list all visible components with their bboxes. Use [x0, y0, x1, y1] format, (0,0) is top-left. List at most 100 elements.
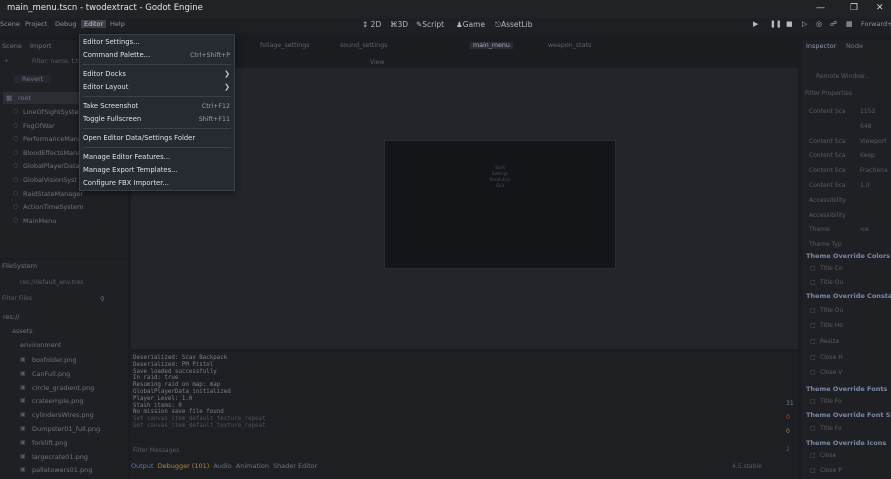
property-row[interactable]: Theme <e — [802, 224, 891, 236]
file-item[interactable]: ▣ forklift.png — [20, 438, 120, 450]
workspace-assetlib[interactable]: ⎋AssetLib — [495, 20, 532, 30]
tab-shader-editor[interactable]: Shader Editor — [273, 462, 317, 470]
workspace-3d[interactable]: ⌘3D — [390, 20, 408, 29]
pause-icon[interactable]: ❚❚ — [770, 20, 782, 28]
property-row[interactable]: Content Sca Viewport — [802, 136, 891, 148]
scene-tab-3[interactable]: weapon_stats — [548, 42, 591, 49]
add-node-icon[interactable]: + — [4, 58, 9, 65]
menu-item-manage-features[interactable]: Manage Editor Features... — [80, 151, 234, 163]
minimize-icon[interactable]: — — [816, 3, 825, 13]
inspector-section[interactable]: Theme Override Constants — [806, 292, 891, 300]
override-row[interactable]: □ Title Fo — [810, 397, 888, 408]
scene-tab-2[interactable]: sound_settings — [340, 42, 387, 49]
inspector-section[interactable]: Theme Override Fonts — [806, 385, 887, 393]
file-item[interactable]: ▣ largecrate01.png — [20, 452, 120, 464]
checkbox-icon[interactable]: □ — [810, 369, 816, 376]
play-icon[interactable]: ▶ — [753, 20, 758, 28]
checkbox-icon[interactable]: □ — [810, 265, 816, 272]
property-value[interactable]: <e — [860, 226, 869, 233]
menu-debug[interactable]: Debug — [55, 20, 76, 28]
property-row[interactable]: Content Sca Keep — [802, 150, 891, 162]
override-row[interactable]: □ Title Co — [810, 264, 888, 275]
workspace-game[interactable]: ♟Game — [456, 20, 485, 29]
view-menu[interactable]: View — [370, 59, 384, 66]
menu-item-editor-layout[interactable]: Editor Layout ❯ — [80, 81, 234, 93]
scene-tab-main-menu[interactable]: main_menu — [470, 42, 513, 49]
tab-inspector[interactable]: Inspector — [806, 42, 836, 50]
override-row[interactable]: □ Title Ho — [810, 321, 888, 332]
tab-animation[interactable]: Animation — [236, 462, 269, 470]
checkbox-icon[interactable]: □ — [810, 398, 816, 405]
menu-help[interactable]: Help — [110, 20, 125, 28]
tab-node[interactable]: Node — [846, 42, 863, 50]
property-row[interactable]: Theme Typ — [802, 239, 891, 251]
play-scene-icon[interactable]: ▷ — [802, 20, 807, 28]
property-row[interactable]: Accessibility — [802, 195, 891, 207]
revert-button[interactable]: Revert — [14, 75, 52, 83]
scene-tree-node[interactable]: ○ ActionTimeSystem — [3, 201, 125, 213]
override-row[interactable]: □ Title Ou — [810, 278, 888, 289]
menu-item-configure-fbx[interactable]: Configure FBX Importer... — [80, 177, 234, 189]
menu-item-manage-export-templates[interactable]: Manage Export Templates... — [80, 164, 234, 176]
property-value[interactable]: 648 — [860, 123, 871, 130]
filesystem-path[interactable]: res://default_env.tres — [20, 279, 83, 286]
file-item[interactable]: ▣ Dumpster01_full.png — [20, 424, 120, 436]
property-row[interactable]: Content Sca 1.0 — [802, 180, 891, 192]
property-value[interactable]: Keep — [860, 152, 875, 159]
checkbox-icon[interactable]: □ — [810, 338, 816, 345]
file-item[interactable]: ▣ CanFull.png — [20, 369, 120, 381]
menu-item-open-data-folder[interactable]: Open Editor Data/Settings Folder — [80, 132, 234, 144]
menu-scene[interactable]: Scene — [0, 20, 20, 28]
property-row[interactable]: Content Sca 1152 — [802, 106, 891, 118]
property-value[interactable]: 1152 — [860, 108, 875, 115]
renderer-label[interactable]: Forward+ — [861, 20, 891, 28]
file-item[interactable]: ▣ circle_gradient.png — [20, 383, 120, 395]
file-item[interactable]: ▣ palletowers01.png — [20, 465, 120, 477]
fs-root[interactable]: res:// — [3, 313, 20, 321]
inspector-section[interactable]: Theme Override Colors — [806, 252, 890, 260]
fs-folder-environment[interactable]: environment — [20, 341, 61, 349]
tab-output[interactable]: Output — [131, 462, 154, 470]
menu-project[interactable]: Project — [25, 20, 47, 28]
menu-item-take-screenshot[interactable]: Take Screenshot Ctrl+F12 — [80, 100, 234, 112]
menu-item-editor-docks[interactable]: Editor Docks ❯ — [80, 68, 234, 80]
scene-tab-1[interactable]: foliage_settings — [260, 42, 310, 49]
override-row[interactable]: □ Resize — [810, 337, 888, 348]
movie-icon[interactable]: ◎ — [816, 20, 822, 28]
checkbox-icon[interactable]: □ — [810, 307, 816, 314]
tab-import[interactable]: Import — [30, 42, 52, 50]
inspector-section[interactable]: Theme Override Icons — [806, 439, 886, 447]
menu-editor[interactable]: Editor — [81, 20, 107, 28]
file-item[interactable]: ▣ crateemple.png — [20, 396, 120, 408]
checkbox-icon[interactable]: □ — [810, 452, 816, 459]
checkbox-icon[interactable]: □ — [810, 467, 816, 474]
menu-item-toggle-fullscreen[interactable]: Toggle Fullscreen Shift+F11 — [80, 113, 234, 125]
checkbox-icon[interactable]: □ — [810, 322, 816, 329]
property-value[interactable]: 1.0 — [860, 182, 870, 189]
override-row[interactable]: □ Title Ou — [810, 306, 888, 317]
menu-item-editor-settings[interactable]: Editor Settings... — [80, 36, 234, 48]
close-icon[interactable]: ✕ — [876, 3, 884, 13]
file-item[interactable]: ▣ boxfolder.png — [20, 355, 120, 367]
property-row[interactable]: Content Sca Fractiona — [802, 165, 891, 177]
override-row[interactable]: □ Title Fo — [810, 424, 888, 435]
override-row[interactable]: □ Close H — [810, 353, 888, 364]
maximize-icon[interactable]: ❐ — [850, 3, 858, 13]
checkbox-icon[interactable]: □ — [810, 425, 816, 432]
checkbox-icon[interactable]: □ — [810, 354, 816, 361]
tab-debugger[interactable]: Debugger (101) — [158, 462, 210, 470]
filesystem-filter-input[interactable]: Filter Files — [2, 295, 32, 302]
inspector-section[interactable]: Theme Override Font Sizes — [806, 411, 891, 419]
override-row[interactable]: □ Close V — [810, 368, 888, 379]
property-row[interactable]: 648 — [802, 121, 891, 133]
property-value[interactable]: Viewport — [860, 138, 887, 145]
workspace-2d[interactable]: ↕ 2D — [362, 20, 381, 29]
override-row[interactable]: □ Close — [810, 451, 888, 462]
inspector-filter-input[interactable]: Filter Properties — [805, 90, 852, 97]
output-filter-input[interactable]: Filter Messages — [133, 447, 179, 454]
property-row[interactable]: Accessibility — [802, 210, 891, 222]
remote-icon[interactable]: ☍ — [830, 20, 837, 28]
file-item[interactable]: ▣ cylindersWires.png — [20, 410, 120, 422]
property-value[interactable]: Fractiona — [860, 167, 888, 174]
inspector-object[interactable]: Remote Window... — [816, 73, 870, 80]
